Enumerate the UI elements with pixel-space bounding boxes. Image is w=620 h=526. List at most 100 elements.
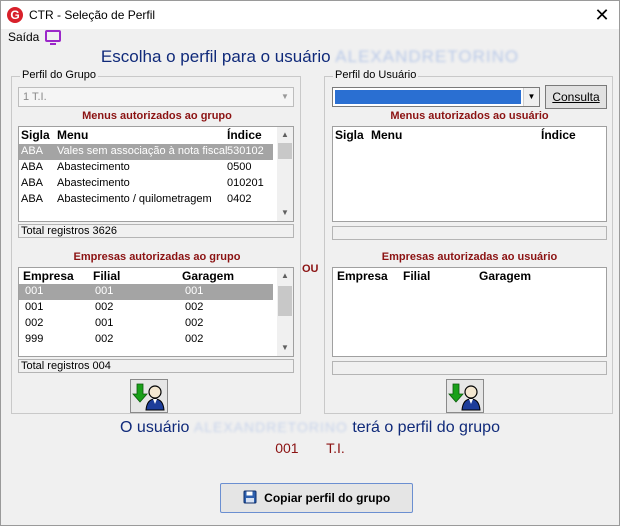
cell-garagem: 002 <box>185 333 204 345</box>
cell-garagem: 002 <box>185 301 204 313</box>
cell-indice: 010201 <box>227 177 264 189</box>
group-profile-box: Perfil do Grupo 1 T.I. ▼ Menus autorizad… <box>11 69 301 414</box>
list-item[interactable]: ABA Abastecimento 010201 <box>19 176 273 192</box>
cell-indice: 0500 <box>227 161 252 173</box>
col-empresa[interactable]: Empresa <box>23 269 74 283</box>
cell-sigla: ABA <box>21 177 44 189</box>
user-empresas-list[interactable]: Empresa Filial Garagem <box>332 267 607 357</box>
user-menus-header: Sigla Menu Índice <box>333 127 591 143</box>
cell-empresa: 001 <box>25 285 44 297</box>
user-profile-selection <box>335 90 521 104</box>
page-headline: Escolha o perfil para o usuário ALEXANDR… <box>1 47 619 67</box>
cell-empresa: 002 <box>25 317 44 329</box>
scroll-up-icon[interactable]: ▲ <box>277 127 293 143</box>
col-filial[interactable]: Filial <box>93 269 120 283</box>
summary-line: O usuário ALEXANDRETORINO terá o perfil … <box>1 419 619 437</box>
close-button[interactable]: ✕ <box>585 1 619 29</box>
cell-garagem: 002 <box>185 317 204 329</box>
cell-indice: 530102 <box>227 145 264 157</box>
summary-group-name: T.I. <box>326 440 345 456</box>
col-empresa[interactable]: Empresa <box>337 269 388 283</box>
group-profile-title: Perfil do Grupo <box>20 69 98 81</box>
consulta-button[interactable]: Consulta <box>545 85 607 109</box>
scroll-down-icon[interactable]: ▼ <box>277 340 293 356</box>
col-garagem[interactable]: Garagem <box>182 269 234 283</box>
cell-empresa: 999 <box>25 333 44 345</box>
copy-group-profile-label: Copiar perfil do grupo <box>264 491 391 505</box>
user-menus-total <box>332 226 607 240</box>
copy-group-profile-button[interactable]: Copiar perfil do grupo <box>220 483 413 513</box>
col-menu[interactable]: Menu <box>57 128 88 142</box>
group-menus-list[interactable]: Sigla Menu Índice ABA Vales sem associaçã… <box>18 126 294 222</box>
list-item[interactable]: 001 001 001 <box>19 284 273 300</box>
col-menu[interactable]: Menu <box>371 128 402 142</box>
cell-indice: 0402 <box>227 193 252 205</box>
apply-group-profile-button[interactable] <box>130 379 168 413</box>
user-empresas-title: Empresas autorizadas ao usuário <box>381 251 558 263</box>
group-profile-select[interactable]: 1 T.I. ▼ <box>18 87 294 107</box>
summary-prefix: O usuário <box>120 419 190 436</box>
group-empresas-title: Empresas autorizadas ao grupo <box>73 251 241 263</box>
cell-filial: 001 <box>95 317 114 329</box>
summary-user-name: ALEXANDRETORINO <box>193 419 348 435</box>
group-menus-scrollbar[interactable]: ▲ ▼ <box>277 127 293 221</box>
cell-filial: 002 <box>95 333 114 345</box>
group-profile-value: 1 T.I. <box>23 91 47 103</box>
user-menus-list[interactable]: Sigla Menu Índice <box>332 126 607 222</box>
chevron-down-icon[interactable]: ▼ <box>277 88 293 106</box>
cell-menu: Vales sem associação à nota fiscal <box>57 145 228 157</box>
cell-filial: 001 <box>95 285 114 297</box>
download-user-icon <box>448 383 481 411</box>
cell-menu: Abastecimento <box>57 177 130 189</box>
apply-user-profile-button[interactable] <box>446 379 484 413</box>
user-empresas-total <box>332 361 607 375</box>
col-indice[interactable]: Índice <box>541 128 576 142</box>
profile-selection-window: G CTR - Seleção de Perfil ✕ Saída Escolh… <box>0 0 620 526</box>
user-profile-box: Perfil do Usuário ▼ Consulta Menus autor… <box>324 69 613 414</box>
col-sigla[interactable]: Sigla <box>335 128 364 142</box>
headline-user-name: ALEXANDRETORINO <box>335 47 520 66</box>
cell-menu: Abastecimento <box>57 161 130 173</box>
scroll-down-icon[interactable]: ▼ <box>277 205 293 221</box>
app-logo-icon: G <box>7 7 23 23</box>
scroll-thumb[interactable] <box>278 286 292 316</box>
window-title: CTR - Seleção de Perfil <box>29 8 156 22</box>
group-menus-total: Total registros 3626 <box>18 224 294 238</box>
cell-sigla: ABA <box>21 161 44 173</box>
group-empresas-total: Total registros 004 <box>18 359 294 373</box>
user-profile-title: Perfil do Usuário <box>333 69 419 81</box>
monitor-icon[interactable] <box>45 30 61 45</box>
consulta-label: Consulta <box>552 90 600 104</box>
col-garagem[interactable]: Garagem <box>479 269 531 283</box>
summary-group-code: 001 <box>275 440 299 456</box>
user-empresas-header: Empresa Filial Garagem <box>333 268 547 284</box>
scroll-up-icon[interactable]: ▲ <box>277 268 293 284</box>
group-empresas-scrollbar[interactable]: ▲ ▼ <box>277 268 293 356</box>
title-bar: G CTR - Seleção de Perfil ✕ <box>1 1 619 29</box>
group-empresas-header: Empresa Filial Garagem <box>19 268 279 284</box>
list-item[interactable]: 002 001 002 <box>19 316 273 332</box>
user-profile-select[interactable]: ▼ <box>332 87 540 107</box>
col-indice[interactable]: Índice <box>227 128 262 142</box>
list-item[interactable]: ABA Vales sem associação à nota fiscal 530… <box>19 144 273 160</box>
list-item[interactable]: ABA Abastecimento / quilometragem 0402 <box>19 192 273 208</box>
list-item[interactable]: ABA Abastecimento 0500 <box>19 160 273 176</box>
col-sigla[interactable]: Sigla <box>21 128 50 142</box>
group-menus-title: Menus autorizados ao grupo <box>82 110 232 122</box>
cell-garagem: 001 <box>185 285 204 297</box>
chevron-down-icon[interactable]: ▼ <box>523 88 539 106</box>
cell-sigla: ABA <box>21 145 44 157</box>
summary-group: 001 T.I. <box>1 440 619 456</box>
list-item[interactable]: 999 002 002 <box>19 332 273 348</box>
list-item[interactable]: 001 002 002 <box>19 300 273 316</box>
scroll-thumb[interactable] <box>278 143 292 159</box>
menu-item-saida[interactable]: Saída <box>8 30 39 44</box>
cell-filial: 002 <box>95 301 114 313</box>
cell-empresa: 001 <box>25 301 44 313</box>
floppy-disk-icon <box>243 490 257 504</box>
headline-text: Escolha o perfil para o usuário <box>100 47 331 66</box>
download-user-icon <box>132 383 165 411</box>
group-empresas-list[interactable]: Empresa Filial Garagem 001 001 001 001 002 00… <box>18 267 294 357</box>
col-filial[interactable]: Filial <box>403 269 430 283</box>
or-label: OU <box>302 263 319 275</box>
